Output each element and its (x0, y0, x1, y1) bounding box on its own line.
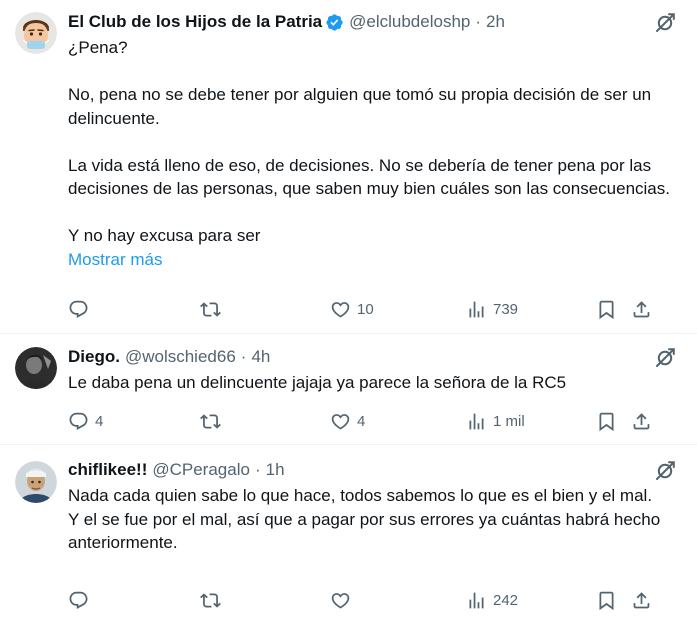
tweet-text-line: ¿Pena? (68, 38, 128, 57)
timestamp[interactable]: 1h (266, 460, 285, 480)
author-name[interactable]: El Club de los Hijos de la Patria (68, 12, 322, 32)
retweet-button[interactable] (200, 588, 227, 612)
share-icon (631, 299, 652, 320)
grok-icon[interactable] (653, 11, 677, 35)
tweet-text: ¿Pena? No, pena no se debe tener por alg… (68, 36, 681, 271)
tweet-header: Diego. @wolschied66 · 4h (68, 346, 681, 368)
reply-icon (68, 590, 89, 611)
tweet-text: Le daba pena un delincuente jajaja ya pa… (68, 371, 681, 395)
views-chart-icon (466, 411, 487, 432)
author-handle[interactable]: @CPeragalo (152, 460, 250, 480)
views-button[interactable]: 242 (466, 588, 518, 612)
tweet-text-line: Y el se fue por el mal, así que a pagar … (68, 509, 661, 553)
retweet-icon (200, 411, 221, 432)
reply-count: 4 (95, 412, 104, 430)
grok-icon[interactable] (653, 346, 677, 370)
retweet-button[interactable] (200, 409, 227, 433)
views-button[interactable]: 1 mil (466, 409, 525, 433)
heart-icon (330, 299, 351, 320)
view-count: 242 (493, 591, 519, 609)
share-icon (631, 411, 652, 432)
heart-icon (330, 590, 351, 611)
like-button[interactable]: 4 (330, 409, 365, 433)
timestamp[interactable]: 4h (251, 347, 270, 367)
bookmark-icon (596, 411, 617, 432)
retweet-icon (200, 299, 221, 320)
reply-icon (68, 299, 89, 320)
retweet-icon (200, 590, 221, 611)
profile-photo-icon (15, 347, 57, 389)
tweet-header: El Club de los Hijos de la Patria @elclu… (68, 11, 681, 33)
tweet-header: chiflikee!! @CPeragalo · 1h (68, 459, 681, 481)
like-button[interactable] (330, 588, 357, 612)
bookmark-icon (596, 590, 617, 611)
bookmark-button[interactable] (596, 588, 617, 612)
reply-icon (68, 411, 89, 432)
memoji-avatar-icon (15, 12, 57, 54)
bookmark-icon (596, 299, 617, 320)
share-icon (631, 590, 652, 611)
verified-badge-icon[interactable] (325, 13, 344, 32)
tweet-text-line: Nada cada quien sabe lo que hace, todos … (68, 486, 653, 505)
reply-button[interactable] (68, 297, 95, 321)
tweet[interactable]: El Club de los Hijos de la Patria @elclu… (0, 0, 697, 334)
grok-icon[interactable] (653, 459, 677, 483)
show-more-link[interactable]: Mostrar más (68, 248, 162, 272)
views-chart-icon (466, 299, 487, 320)
retweet-button[interactable] (200, 297, 227, 321)
tweet-text-line: Le daba pena un delincuente jajaja ya pa… (68, 373, 567, 392)
share-button[interactable] (631, 588, 652, 612)
avatar[interactable] (15, 461, 57, 503)
like-count: 4 (357, 412, 366, 430)
heart-icon (330, 411, 351, 432)
separator-dot: · (254, 460, 261, 479)
author-handle[interactable]: @wolschied66 (125, 347, 236, 367)
tweet-text-line: No, pena no se debe tener por alguien qu… (68, 85, 652, 128)
author-name[interactable]: Diego. (68, 347, 120, 367)
tweet-text: Nada cada quien sabe lo que hace, todos … (68, 484, 681, 555)
views-chart-icon (466, 590, 487, 611)
avatar[interactable] (15, 347, 57, 389)
action-bar: 242 (68, 588, 681, 612)
view-count: 1 mil (493, 412, 525, 430)
view-count: 739 (493, 300, 519, 318)
author-name[interactable]: chiflikee!! (68, 460, 147, 480)
views-button[interactable]: 739 (466, 297, 518, 321)
author-handle[interactable]: @elclubdeloshp (349, 12, 470, 32)
tweet[interactable]: Diego. @wolschied66 · 4h Le daba pena un… (0, 334, 697, 445)
separator-dot: · (240, 347, 247, 366)
tweet[interactable]: chiflikee!! @CPeragalo · 1h Nada cada qu… (0, 445, 697, 621)
avatar[interactable] (15, 12, 57, 54)
like-count: 10 (357, 300, 374, 318)
action-bar: 10 739 (68, 297, 681, 321)
bookmark-button[interactable] (596, 409, 617, 433)
tweet-text-line: La vida está lleno de eso, de decisiones… (68, 155, 670, 199)
profile-photo-icon (15, 461, 57, 503)
share-button[interactable] (631, 409, 652, 433)
separator-dot: · (475, 12, 482, 31)
like-button[interactable]: 10 (330, 297, 374, 321)
action-bar: 4 4 1 mil (68, 409, 681, 433)
share-button[interactable] (631, 297, 652, 321)
bookmark-button[interactable] (596, 297, 617, 321)
reply-button[interactable]: 4 (68, 409, 103, 433)
tweet-text-line: Y no hay excusa para ser (68, 226, 261, 245)
timestamp[interactable]: 2h (486, 12, 505, 32)
reply-button[interactable] (68, 588, 95, 612)
